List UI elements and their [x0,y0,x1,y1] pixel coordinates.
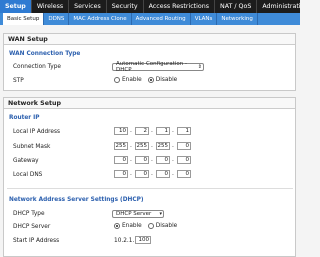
dot-separator: . [172,170,174,177]
network-setup-title: Network Setup [4,98,295,109]
dhcp-enable-radio[interactable] [114,223,120,229]
dot-separator: . [130,127,132,134]
updown-arrow-icon: ⇕ [197,64,202,70]
wan-setup-title: WAN Setup [4,34,295,45]
tab-security[interactable]: Security [107,0,144,13]
dot-separator: . [151,170,153,177]
tab-access-restrictions[interactable]: Access Restrictions [144,0,216,13]
dhcp-disable-label: Disable [155,223,178,229]
subtab-advanced-routing[interactable]: Advanced Routing [132,13,191,25]
local-ip-octet-4[interactable]: 1 [177,127,191,135]
dot-separator: . [151,156,153,163]
tab-wireless[interactable]: Wireless [32,0,70,13]
dhcp-type-label: DHCP Type [13,211,45,217]
gateway-octet-1[interactable]: 0 [114,156,128,164]
dhcp-type-value: DHCP Server [116,211,152,217]
dot-separator: . [130,156,132,163]
stp-disable-option[interactable]: Disable [147,77,178,83]
local-dns-label: Local DNS [13,172,43,178]
local-ip-octet-3[interactable]: 1 [156,127,170,135]
router-ip-heading: Router IP [9,115,40,121]
stp-disable-radio[interactable] [147,77,154,83]
dns-octet-3[interactable]: 0 [156,170,170,178]
dhcp-enable-option[interactable]: Enable [114,223,142,229]
chevron-down-icon: ▾ [159,211,162,217]
subnet-octet-4[interactable]: 0 [177,142,191,150]
dhcp-disable-radio[interactable] [147,223,154,229]
connection-type-label: Connection Type [13,64,61,70]
dns-octet-1[interactable]: 0 [114,170,128,178]
dhcp-server-label: DHCP Server [13,224,51,230]
subtab-ddns[interactable]: DDNS [44,13,70,25]
dns-octet-2[interactable]: 0 [135,170,149,178]
dhcp-type-select[interactable]: DHCP Server ▾ [112,210,164,218]
dhcp-disable-option[interactable]: Disable [147,223,178,229]
stp-radio-group: Enable Disable [114,77,177,83]
subnet-mask-label: Subnet Mask [13,144,51,150]
connection-type-select[interactable]: Automatic Configuration - DHCP ⇕ [112,61,204,73]
dhcp-heading: Network Address Server Settings (DHCP) [9,197,144,203]
tab-services[interactable]: Services [69,0,107,13]
gateway-octet-2[interactable]: 0 [135,156,149,164]
subnet-octet-2[interactable]: 255 [135,142,149,150]
dot-separator: . [172,142,174,149]
start-ip-prefix: 10.2.1. [114,238,135,244]
subtab-basic-setup[interactable]: Basic Setup [3,13,45,25]
stp-disable-label: Disable [155,77,178,83]
stp-enable-radio[interactable] [114,77,120,83]
section-divider [7,188,293,189]
stp-label: STP [13,78,24,84]
sub-nav: Basic Setup DDNS MAC Address Clone Advan… [0,13,300,25]
stp-enable-option[interactable]: Enable [114,77,142,83]
local-ip-octet-2[interactable]: 2 [135,127,149,135]
subnet-octet-1[interactable]: 255 [114,142,128,150]
subtab-networking[interactable]: Networking [217,13,258,25]
wan-setup-panel: WAN Setup WAN Connection Type Connection… [3,33,296,91]
gateway-label: Gateway [13,158,39,164]
stp-enable-label: Enable [122,77,142,83]
subtab-vlans[interactable]: VLANs [191,13,218,25]
dot-separator: . [130,142,132,149]
local-ip-octet-1[interactable]: 10 [114,127,128,135]
dot-separator: . [151,127,153,134]
tab-nat-qos[interactable]: NAT / QoS [215,0,258,13]
wan-connection-heading: WAN Connection Type [9,51,81,57]
top-nav: Setup Wireless Services Security Access … [0,0,300,13]
start-ip-input[interactable]: 100 [135,236,151,244]
gateway-octet-4[interactable]: 0 [177,156,191,164]
dhcp-enable-label: Enable [122,223,142,229]
start-ip-label: Start IP Address [13,238,60,244]
network-setup-panel: Network Setup Router IP Local IP Address… [3,97,296,257]
connection-type-value: Automatic Configuration - DHCP [116,61,187,73]
dns-octet-4[interactable]: 0 [177,170,191,178]
dot-separator: . [130,170,132,177]
local-ip-label: Local IP Address [13,129,61,135]
dot-separator: . [172,156,174,163]
subnet-octet-3[interactable]: 255 [156,142,170,150]
dot-separator: . [151,142,153,149]
dhcp-server-radio-group: Enable Disable [114,223,177,229]
subtab-mac-address-clone[interactable]: MAC Address Clone [69,13,132,25]
tab-administration[interactable]: Administration [257,0,300,13]
tab-setup[interactable]: Setup [0,0,32,13]
gateway-octet-3[interactable]: 0 [156,156,170,164]
dot-separator: . [172,127,174,134]
